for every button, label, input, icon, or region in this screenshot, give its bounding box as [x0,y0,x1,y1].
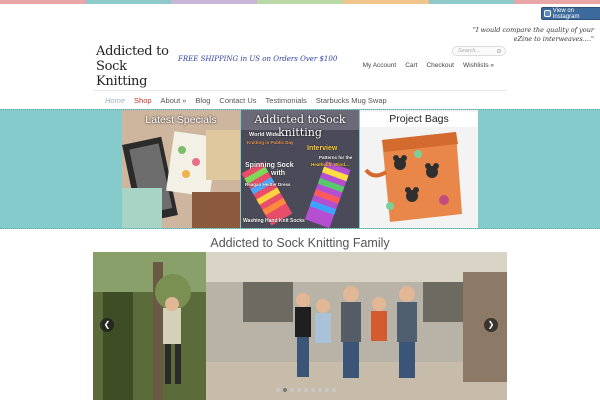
nav-home[interactable]: Home [105,96,125,105]
latest-specials-image [122,110,240,228]
project-bags-title: Project Bags [360,112,478,127]
nav-blog[interactable]: Blog [195,96,210,105]
nav-shop[interactable]: Shop [134,96,152,105]
instagram-badge-label: View on Instagram [552,7,580,20]
top-color-stripe [0,0,600,4]
chevron-left-icon: ❮ [103,320,111,329]
account-nav: My Account Cart Checkout Wishlists » [363,62,494,69]
ezine-line-kip-day: Knitting in Public Day [247,140,294,145]
ezine-line-with: with [271,170,285,177]
slideshow-dot[interactable] [276,388,280,392]
stripe-segment [514,0,600,4]
checkout-link[interactable]: Checkout [426,62,453,69]
slideshow-next-button[interactable]: ❯ [484,318,498,332]
nav-about[interactable]: About » [161,96,187,105]
logo-line-2: Sock Knitting [96,59,148,89]
slideshow-prev-button[interactable]: ❮ [100,318,114,332]
wishlists-link[interactable]: Wishlists » [463,62,494,69]
stripe-segment [85,0,172,4]
ezine-interview-sub-2: Heathcliff, Wind... [311,162,349,167]
instagram-badge[interactable]: View on Instagram [541,7,600,20]
cart-link[interactable]: Cart [405,62,417,69]
family-section-title: Addicted to Sock Knitting Family [210,236,390,250]
slideshow-dot[interactable] [304,388,308,392]
ezine-line-world-wide: World Wide [249,132,280,138]
stripe-segment [0,0,86,4]
main-nav: Home Shop About » Blog Contact Us Testim… [94,90,506,109]
instagram-camera-icon [544,10,551,17]
latest-specials-title: Latest Specials [145,114,217,126]
nav-testimonials[interactable]: Testimonials [266,96,307,105]
slideshow-dot[interactable] [297,388,301,392]
testimonial-quote: "I would compare the quality of your eZi… [472,26,594,43]
ezine-line-washing: Washing Hand Knit Socks [243,218,305,224]
nav-starbucks-swap[interactable]: Starbucks Mug Swap [316,96,387,105]
project-bags-panel[interactable]: Project Bags [360,110,478,228]
slideshow-dot[interactable] [283,388,287,392]
free-shipping-banner: FREE SHIPPING in US on Orders Over $100 [178,55,338,63]
stripe-segment [342,0,429,4]
my-account-link[interactable]: My Account [363,62,397,69]
family-slideshow[interactable] [93,252,507,400]
project-bag-image [360,110,478,228]
ezine-line-reagan: Reagan Heitter Dress [245,182,291,187]
site-logo[interactable]: Addicted to Sock Knitting [96,44,176,89]
search-placeholder: Search... [458,48,481,54]
stripe-segment [428,0,515,4]
nav-contact[interactable]: Contact Us [219,96,256,105]
latest-specials-panel[interactable]: Latest Specials [122,110,240,228]
logo-line-1: Addicted to [96,44,169,59]
family-photo [93,252,507,400]
slideshow-dot[interactable] [332,388,336,392]
stripe-segment [257,0,343,4]
ezine-panel[interactable]: Addicted toSock knitting World Wide Knit… [241,110,359,228]
ezine-interview: Interview [307,145,338,152]
ezine-interview-sub-1: Patterns for the [319,155,353,160]
slideshow-pagination [276,388,336,392]
slideshow-dot[interactable] [325,388,329,392]
slideshow-dot[interactable] [290,388,294,392]
ezine-line-spinning: Spinning Sock [245,162,294,169]
slideshow-dot[interactable] [311,388,315,392]
stripe-segment [171,0,258,4]
search-input[interactable]: Search... [452,46,506,56]
search-icon[interactable] [497,49,501,53]
slideshow-dot[interactable] [318,388,322,392]
chevron-right-icon: ❯ [487,320,495,329]
